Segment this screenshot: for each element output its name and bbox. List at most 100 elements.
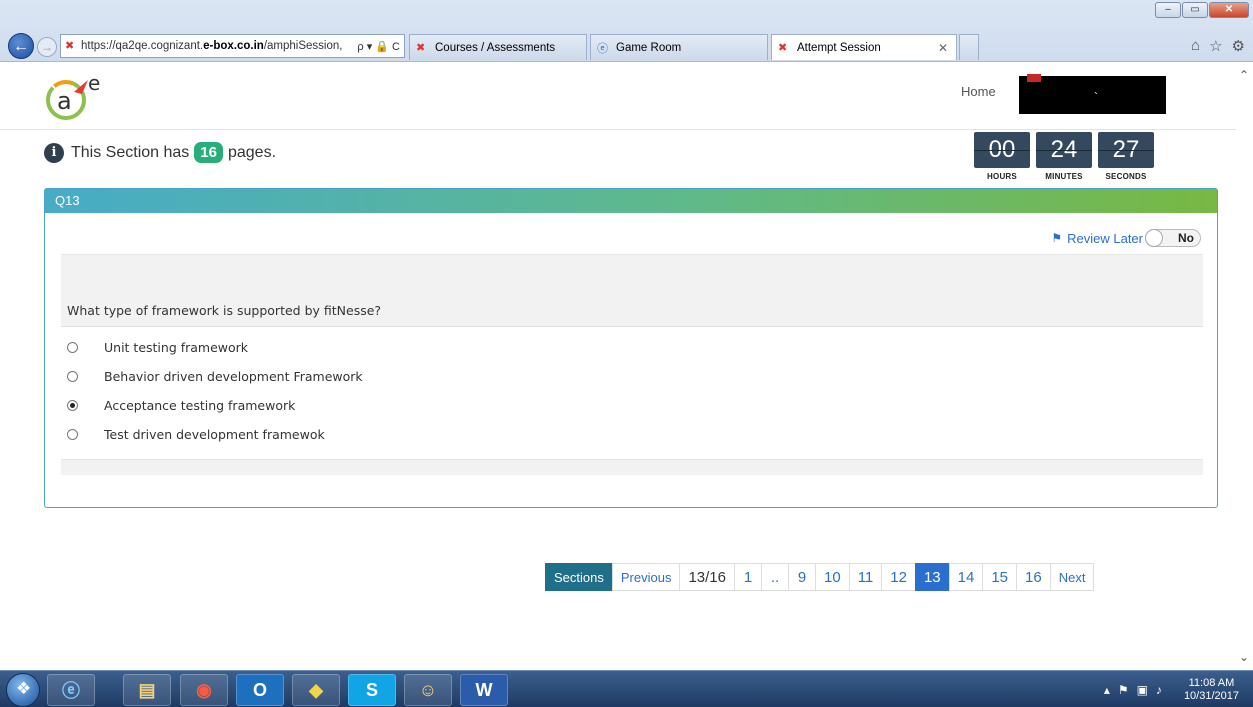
system-tray: ▴⚑▣♪ 11:08 AM 10/31/2017: [1063, 671, 1253, 707]
question-card: Q13 ⚑ Review Later No What type of frame…: [44, 188, 1218, 508]
browser-toolbar-icons: ⌂ ☆ ⚙: [1191, 37, 1245, 55]
clock[interactable]: 11:08 AM 10/31/2017: [1184, 677, 1239, 703]
question-top-band: [61, 254, 1203, 299]
option-radio[interactable]: [67, 429, 78, 440]
tab-courses-assessments[interactable]: ✖ Courses / Assessments: [409, 34, 587, 60]
page-link[interactable]: 13: [914, 563, 950, 591]
ebox-favicon-icon: ✖: [416, 42, 426, 54]
timer-minutes-label: MINUTES: [1045, 172, 1083, 181]
answer-options: Unit testing framework Behavior driven d…: [61, 327, 1203, 449]
pagination: Sections Previous 13/16 1 .. 9 10 11 12 …: [545, 563, 1095, 591]
tab-close-icon[interactable]: ✕: [938, 41, 948, 55]
user-name: `: [1094, 90, 1098, 104]
toggle-knob: [1145, 229, 1163, 247]
minimize-icon[interactable]: –: [1155, 2, 1181, 18]
flag-icon: ⚑: [1051, 231, 1063, 245]
question-body: What type of framework is supported by f…: [61, 254, 1203, 475]
settings-gear-icon[interactable]: ⚙: [1232, 37, 1245, 55]
new-tab-button[interactable]: [959, 34, 979, 60]
favorites-star-icon[interactable]: ☆: [1209, 37, 1222, 55]
section-info-suffix: pages.: [227, 143, 277, 161]
review-later-toggle[interactable]: No: [1145, 229, 1201, 247]
skype-icon[interactable]: S: [348, 674, 396, 706]
ebox-logo-icon[interactable]: a e: [44, 70, 114, 124]
chrome-icon[interactable]: ◉: [180, 674, 228, 706]
word-icon[interactable]: W: [460, 674, 508, 706]
answer-option[interactable]: Unit testing framework: [61, 333, 1203, 362]
close-icon[interactable]: ✕: [1209, 2, 1249, 18]
page-link[interactable]: 11: [848, 563, 883, 591]
site-favicon-icon: ✖: [65, 40, 75, 52]
option-radio[interactable]: [67, 400, 78, 411]
address-bar[interactable]: ✖ https://qa2qe.cognizant.e-box.co.in/am…: [60, 34, 405, 58]
window-controls: – ▭ ✕: [1154, 2, 1249, 18]
scroll-down-icon[interactable]: ⌄: [1239, 650, 1249, 664]
back-arrow-icon[interactable]: ←: [8, 33, 34, 59]
timer-hours-value: 00: [974, 132, 1030, 168]
option-label: Behavior driven development Framework: [104, 369, 363, 384]
home-icon[interactable]: ⌂: [1191, 37, 1200, 55]
page-link[interactable]: 12: [881, 563, 916, 591]
scroll-up-icon[interactable]: ⌃: [1239, 68, 1249, 82]
browser-chrome: – ▭ ✕ ← → ✖ https://qa2qe.cognizant.e-bo…: [0, 0, 1253, 62]
review-later-label: Review Later: [1067, 230, 1143, 246]
timer-seconds-label: SECONDS: [1105, 172, 1147, 181]
svg-text:a: a: [57, 87, 72, 115]
section-info: i This Section has 16 pages.: [44, 142, 276, 163]
home-link[interactable]: Home: [961, 84, 996, 99]
answer-option[interactable]: Acceptance testing framework: [61, 391, 1203, 420]
page-link[interactable]: 16: [1016, 563, 1051, 591]
page-link[interactable]: 14: [948, 563, 984, 591]
page-scrollbar[interactable]: ⌃ ⌄: [1236, 62, 1253, 670]
network-app-icon[interactable]: ☺: [404, 674, 452, 706]
previous-button[interactable]: Previous: [611, 563, 681, 591]
page-link[interactable]: 1: [734, 563, 762, 591]
sections-button[interactable]: Sections: [545, 563, 613, 591]
notification-marker: [1027, 74, 1041, 82]
info-icon: i: [44, 142, 64, 163]
question-text: What type of framework is supported by f…: [61, 299, 1203, 327]
tab-attempt-session[interactable]: ✖ Attempt Session ✕: [771, 34, 957, 60]
internet-explorer-icon[interactable]: ⓔ: [47, 674, 95, 706]
page-link[interactable]: 15: [982, 563, 1018, 591]
ebox-favicon-icon: ✖: [778, 42, 788, 54]
timer-seconds-value: 27: [1098, 132, 1154, 168]
answer-option[interactable]: Test driven development framewok: [61, 420, 1203, 449]
tab-game-room[interactable]: ⓔ Game Room: [590, 34, 768, 60]
page-ellipsis: ..: [761, 563, 789, 591]
timer-minutes: 24 MINUTES: [1036, 132, 1092, 181]
question-number: Q13: [45, 189, 1217, 213]
option-radio[interactable]: [67, 342, 78, 353]
review-later-value: No: [1178, 231, 1194, 245]
option-label: Test driven development framewok: [104, 427, 325, 442]
timer-hours-label: HOURS: [987, 172, 1017, 181]
file-explorer-icon[interactable]: ▤: [123, 674, 171, 706]
sticky-notes-icon[interactable]: ◆: [292, 674, 340, 706]
answer-option[interactable]: Behavior driven development Framework: [61, 362, 1203, 391]
page-link[interactable]: 9: [788, 563, 816, 591]
svg-text:e: e: [88, 71, 100, 95]
ie-favicon-icon: ⓔ: [597, 42, 608, 55]
maximize-icon[interactable]: ▭: [1182, 2, 1208, 18]
option-label: Unit testing framework: [104, 340, 249, 355]
page-fraction: 13/16: [679, 563, 735, 591]
timer-minutes-value: 24: [1036, 132, 1092, 168]
clock-date: 10/31/2017: [1183, 689, 1239, 702]
next-button[interactable]: Next: [1049, 563, 1095, 591]
countdown-timer: 00 HOURS 24 MINUTES 27 SECONDS: [974, 132, 1154, 181]
windows-taskbar: ⓔ ▤ ◉ O ◆ S ☺ W ▴⚑▣♪ 11:08 AM 10/31/2017: [0, 670, 1253, 707]
site-header: a e Home `: [0, 62, 1253, 130]
address-tools[interactable]: ρ ▾ 🔒 C: [357, 40, 400, 53]
user-menu[interactable]: `: [1019, 74, 1166, 114]
question-footer-band: [61, 459, 1203, 475]
clock-time: 11:08 AM: [1188, 676, 1235, 689]
timer-seconds: 27 SECONDS: [1098, 132, 1154, 181]
forward-arrow-icon[interactable]: →: [37, 37, 57, 57]
outlook-icon[interactable]: O: [236, 674, 284, 706]
start-button[interactable]: [6, 673, 40, 707]
page-link[interactable]: 10: [815, 563, 850, 591]
review-later-control: ⚑ Review Later No: [1051, 229, 1201, 247]
page-count-badge: 16: [194, 142, 223, 163]
tray-icons[interactable]: ▴⚑▣♪: [1104, 683, 1170, 697]
option-radio[interactable]: [67, 371, 78, 382]
